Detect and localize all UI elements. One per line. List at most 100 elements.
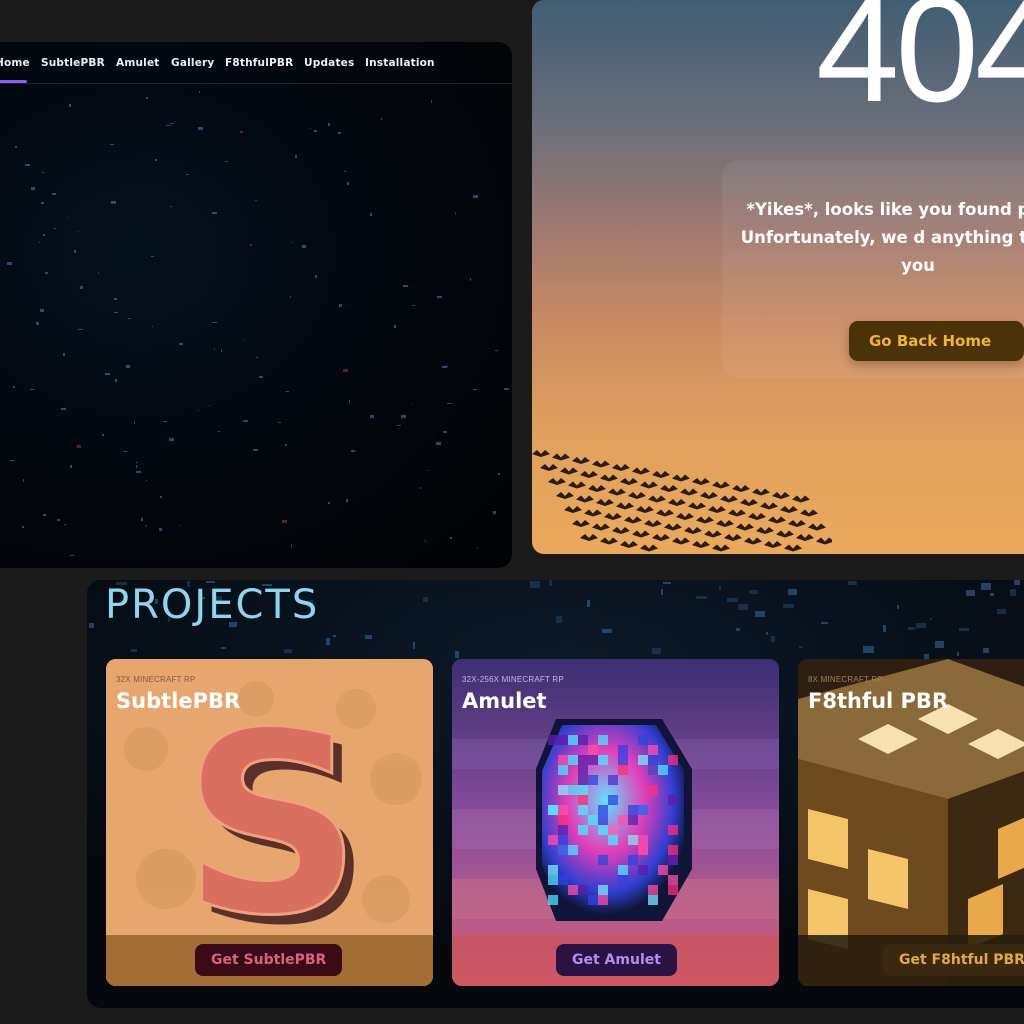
background-speck: [123, 451, 127, 452]
gem-pixel: [628, 815, 638, 825]
background-speck: [935, 641, 944, 648]
background-speck: [338, 132, 341, 134]
bird: [720, 495, 738, 503]
bird: [572, 520, 590, 527]
gem-pixel: [558, 735, 568, 745]
gem-pixel: [588, 815, 598, 825]
nav-f8thfulpbr[interactable]: F8thfulPBR: [225, 57, 293, 69]
bird: [816, 537, 832, 545]
background-speck: [152, 326, 153, 327]
go-back-home-button[interactable]: Go Back Home: [849, 321, 1024, 361]
gem-pixel: [628, 805, 638, 815]
gem-pixel: [648, 885, 658, 895]
gem-pixel: [558, 875, 568, 885]
gem-pixel: [578, 735, 588, 745]
background-speck: [209, 405, 210, 406]
gem-pixel: [578, 805, 588, 815]
project-card-amulet[interactable]: 32X-256X MINECRAFT RP Amulet Get Amulet: [452, 659, 779, 986]
bird: [744, 537, 762, 545]
error-page-screenshot: 404 *Yikes*, looks like you found page :…: [532, 0, 1024, 554]
bird: [712, 481, 730, 489]
gem-pixel: [548, 875, 558, 885]
bird: [712, 544, 730, 552]
background-speck: [70, 465, 72, 468]
gem-pixel: [578, 775, 588, 785]
nav-amulet[interactable]: Amulet: [116, 57, 159, 69]
gem-pixel: [648, 745, 658, 755]
background-speck: [199, 91, 200, 93]
project-card-subtlepbr[interactable]: S S 32X MINECRAFT RP SubtlePBR Get Subtl…: [106, 659, 433, 986]
background-speck: [39, 242, 40, 243]
background-speck: [15, 146, 17, 148]
background-speck: [314, 130, 317, 132]
background-speck: [186, 174, 189, 175]
error-code: 404: [816, 0, 1024, 133]
bird: [748, 513, 766, 520]
gem-pixel: [638, 835, 648, 845]
background-speck: [370, 415, 374, 418]
nav-subtlepbr[interactable]: SubtlePBR: [41, 57, 105, 69]
background-speck: [45, 272, 48, 274]
background-speck: [40, 309, 44, 312]
gem-pixel: [618, 815, 628, 825]
background-speck: [370, 213, 372, 216]
bird: [680, 488, 698, 496]
background-speck: [30, 389, 35, 390]
gem-pixel: [598, 825, 608, 835]
project-card-f8thful-pbr[interactable]: 8X MINECRAFT RP F8thful PBR Get F8htful …: [798, 659, 1024, 986]
bird: [580, 471, 598, 478]
background-speck: [365, 635, 372, 639]
get-subtlepbr-button[interactable]: Get SubtlePBR: [195, 944, 343, 976]
bird: [580, 534, 598, 541]
gem-pixel: [558, 755, 568, 765]
background-speck: [425, 540, 426, 542]
background-speck: [403, 285, 408, 287]
background-speck: [908, 627, 915, 630]
background-speck: [916, 623, 926, 628]
nav-installation[interactable]: Installation: [365, 57, 435, 69]
background-speck: [863, 646, 874, 653]
svg-text:S: S: [182, 679, 362, 970]
top-navbar: Home SubtlePBR Amulet Gallery F8thfulPBR…: [0, 42, 512, 84]
gem-pixel: [608, 835, 618, 845]
gem-pixel: [578, 785, 588, 795]
background-speck: [68, 217, 69, 218]
nav-home[interactable]: Home: [0, 57, 30, 69]
nav-gallery[interactable]: Gallery: [171, 57, 214, 69]
nav-updates[interactable]: Updates: [304, 57, 354, 69]
background-speck: [57, 519, 60, 521]
gem-pixel: [598, 805, 608, 815]
gem-pixel: [628, 855, 638, 865]
background-speck: [221, 647, 226, 649]
background-speck: [255, 200, 257, 201]
background-speck: [351, 450, 355, 452]
background-speck: [43, 234, 45, 236]
background-speck: [431, 100, 432, 103]
background-speck: [495, 350, 498, 351]
gem-pixel: [558, 805, 568, 815]
gem-pixel: [668, 795, 678, 805]
background-speck: [7, 262, 12, 265]
get-f8thful-pbr-button[interactable]: Get F8htful PBR: [883, 944, 1024, 976]
get-amulet-button[interactable]: Get Amulet: [556, 944, 677, 976]
bird: [652, 534, 670, 541]
background-speck: [344, 171, 346, 172]
background-speck: [302, 245, 306, 248]
bird: [588, 485, 606, 492]
bird: [556, 492, 574, 499]
background-speck: [146, 480, 147, 481]
gem-pixel: [548, 835, 558, 845]
background-speck: [556, 616, 562, 623]
background-speck: [159, 528, 162, 531]
gem-pixel: [598, 735, 608, 745]
card-footer: Get F8htful PBR: [798, 935, 1024, 986]
bird: [572, 457, 590, 464]
background-speck: [286, 391, 289, 392]
bird: [640, 544, 658, 552]
gem-pixel: [568, 845, 578, 855]
gem-pixel: [668, 885, 678, 895]
gem-pixel: [588, 755, 598, 765]
background-speck: [719, 586, 721, 591]
gem-pixel: [668, 875, 678, 885]
background-speck: [170, 123, 174, 124]
